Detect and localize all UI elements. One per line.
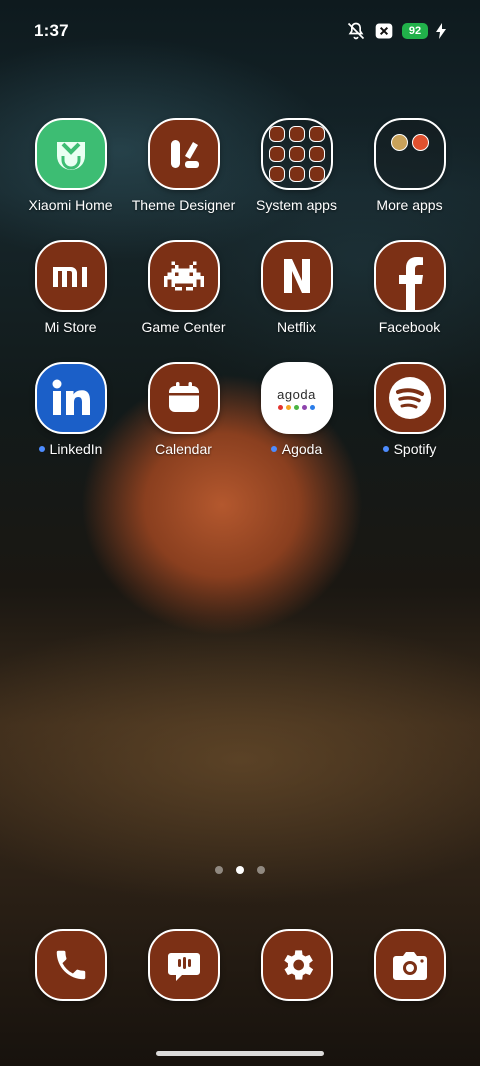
- status-bar: 1:37 92: [0, 0, 480, 62]
- home-indicator[interactable]: [156, 1051, 324, 1056]
- mi-store-icon: [34, 240, 107, 312]
- app-label: Netflix: [277, 319, 316, 335]
- mini-app-icon: [411, 133, 429, 151]
- status-icons: 92: [346, 21, 446, 41]
- mini-app-icon: [268, 146, 285, 162]
- page-dot-active[interactable]: [236, 866, 244, 874]
- app-label: Facebook: [378, 319, 441, 335]
- new-app-dot: [382, 446, 389, 452]
- battery-level: 92: [402, 23, 428, 39]
- dock-camera[interactable]: [353, 929, 466, 1001]
- app-agoda[interactable]: agoda Agoda: [240, 362, 353, 457]
- app-netflix[interactable]: Netflix: [240, 240, 353, 335]
- app-label: More apps: [376, 197, 443, 213]
- agoda-icon: agoda: [260, 362, 333, 434]
- folder-icon: [373, 118, 446, 190]
- charge-icon: [436, 23, 446, 39]
- app-label: Mi Store: [44, 319, 97, 335]
- app-label: Xiaomi Home: [28, 197, 113, 213]
- status-time: 1:37: [34, 21, 69, 40]
- app-xiaomi-home[interactable]: Xiaomi Home: [14, 118, 127, 213]
- mini-app-icon: [288, 146, 305, 162]
- agoda-logo-text: agoda: [277, 386, 316, 402]
- game-center-icon: [147, 240, 220, 312]
- app-label: Spotify: [393, 441, 437, 457]
- new-app-dot: [270, 446, 277, 452]
- app-mi-store[interactable]: Mi Store: [14, 240, 127, 335]
- app-label: Theme Designer: [131, 197, 236, 213]
- app-game-center[interactable]: Game Center: [127, 240, 240, 335]
- page-dot[interactable]: [257, 866, 265, 874]
- mini-app-icon: [308, 126, 325, 142]
- camera-icon: [373, 929, 446, 1001]
- xiaomi-home-icon: [34, 118, 107, 190]
- app-label: Game Center: [141, 319, 226, 335]
- page-indicator: [0, 866, 480, 874]
- linkedin-icon: [34, 362, 107, 434]
- calendar-icon: [147, 362, 220, 434]
- app-theme-designer[interactable]: Theme Designer: [127, 118, 240, 213]
- mute-icon: [347, 22, 365, 40]
- mini-app-icon: [308, 166, 325, 182]
- settings-icon: [260, 929, 333, 1001]
- app-label: System apps: [256, 197, 337, 213]
- folder-system-apps[interactable]: System apps: [240, 118, 353, 213]
- xbox-icon: [375, 23, 393, 39]
- mini-app-icon: [268, 166, 285, 182]
- phone-icon: [34, 929, 107, 1001]
- mini-app-icon: [288, 126, 305, 142]
- dock-settings[interactable]: [240, 929, 353, 1001]
- new-app-dot: [38, 446, 45, 452]
- agoda-dots: [278, 404, 315, 410]
- messages-icon: [147, 929, 220, 1001]
- dock-phone[interactable]: [14, 929, 127, 1001]
- theme-designer-icon: [147, 118, 220, 190]
- app-label: Calendar: [155, 441, 212, 457]
- facebook-icon: [373, 240, 446, 312]
- netflix-icon: [260, 240, 333, 312]
- app-facebook[interactable]: Facebook: [353, 240, 466, 335]
- spotify-icon: [373, 362, 446, 434]
- app-linkedin[interactable]: LinkedIn: [14, 362, 127, 457]
- app-spotify[interactable]: Spotify: [353, 362, 466, 457]
- page-dot[interactable]: [215, 866, 223, 874]
- dock-messages[interactable]: [127, 929, 240, 1001]
- app-label: Agoda: [281, 441, 323, 457]
- mini-app-icon: [390, 133, 408, 151]
- mini-app-icon: [308, 146, 325, 162]
- app-calendar[interactable]: Calendar: [127, 362, 240, 457]
- app-label: LinkedIn: [49, 441, 103, 457]
- mini-app-icon: [268, 126, 285, 142]
- folder-icon: [260, 118, 333, 190]
- mini-app-icon: [288, 166, 305, 182]
- folder-more-apps[interactable]: More apps: [353, 118, 466, 213]
